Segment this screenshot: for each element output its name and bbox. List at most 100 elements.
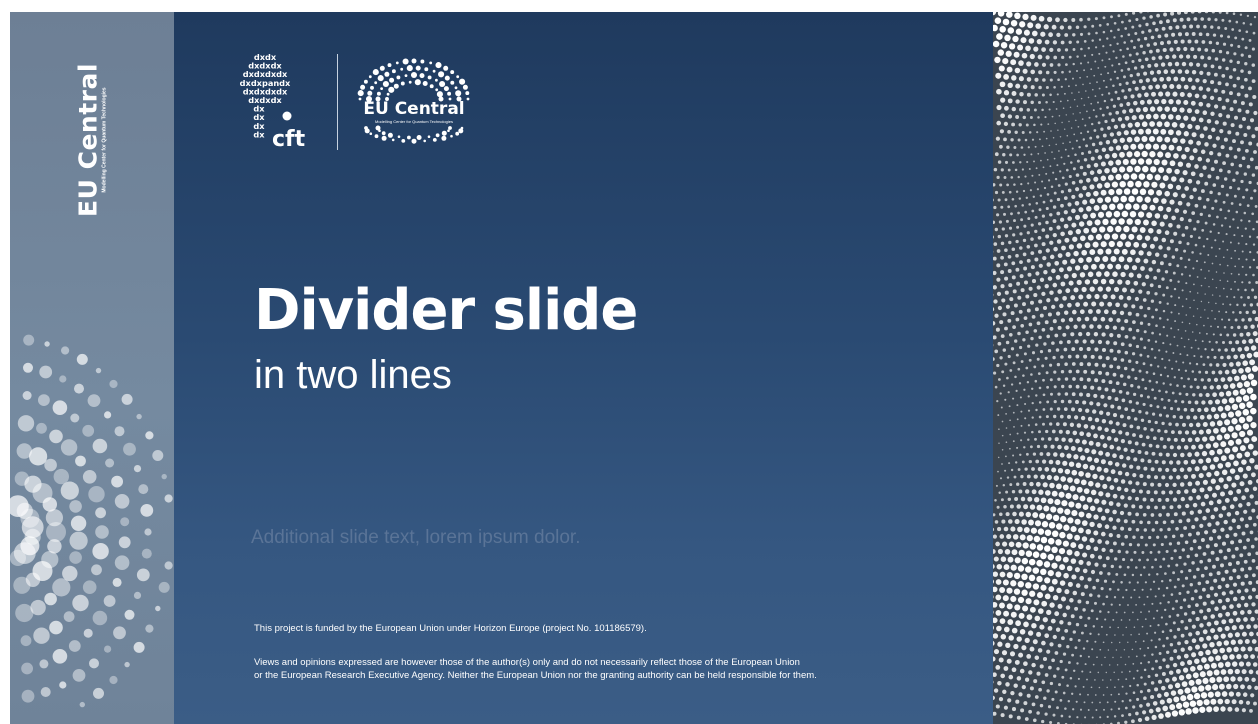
logo-dot (396, 75, 401, 80)
additional-slide-text: Additional slide text, lorem ipsum dolor… (251, 527, 581, 548)
logo-group: dxdx dxdxdx dxdxdxdx dxdxpandx dxdxdxdx dxdxd… (232, 50, 492, 155)
decorative-dot (103, 595, 116, 607)
decorative-dot (123, 442, 136, 456)
logo-dot (436, 91, 443, 98)
logo-dot (450, 80, 455, 85)
decorative-dot (114, 494, 130, 509)
decorative-dot (120, 517, 130, 527)
cft-text: cft (272, 127, 306, 152)
decorative-dot (23, 362, 33, 373)
decorative-dot (155, 605, 161, 612)
logo-dot (375, 125, 381, 131)
decorative-dot (75, 455, 86, 467)
decorative-dot (21, 662, 33, 675)
decorative-dot (22, 391, 32, 400)
decorative-dot (111, 475, 123, 488)
logo-dot (432, 69, 436, 73)
decorative-dot (145, 431, 154, 440)
dxdx-cft-logo: dxdxdxdxdxdxdxdxdxdxdxpandxdxdxdxdxdxdxd… (240, 52, 306, 152)
logo-dot (402, 58, 409, 65)
decorative-dot (46, 522, 66, 542)
logo-dot (360, 84, 366, 90)
eu-central-logo-title: EU Central (363, 99, 464, 119)
decorative-dot (59, 375, 67, 383)
decorative-dot (61, 346, 70, 355)
decorative-dot (161, 473, 167, 480)
logo-dot (368, 75, 372, 79)
logo-dot (427, 75, 432, 80)
decorative-dot (124, 661, 130, 668)
eu-central-logo: EU Central Modelling Center for Quantum … (357, 58, 470, 144)
decorative-dot (79, 701, 86, 708)
decorative-dot (52, 400, 68, 416)
decorative-dot (145, 624, 154, 633)
logo-dot (414, 79, 421, 86)
decorative-dot (133, 641, 145, 653)
decorative-dot (164, 561, 173, 570)
wave-dot-pattern-icon (993, 12, 1258, 724)
logo-dot (447, 91, 452, 96)
decorative-dot (29, 447, 48, 466)
divider-slide: EU Central Modelling Center for Quantum … (10, 12, 1258, 724)
decorative-dot (13, 576, 31, 594)
logo-dot (454, 86, 458, 90)
decorative-dot (49, 429, 63, 444)
decorative-dot (136, 568, 150, 582)
logo-dot (441, 130, 447, 136)
logo-dot (448, 97, 452, 101)
decorative-dot (62, 565, 78, 582)
decorative-dot (72, 594, 89, 612)
logo-dot (416, 135, 422, 140)
logo-dot (438, 96, 444, 102)
logo-dot (419, 73, 425, 79)
logo-dot (384, 71, 390, 77)
logo-dot (376, 91, 381, 96)
logo-dot (391, 138, 395, 142)
apple-dot-icon (282, 111, 292, 121)
logo-dot (408, 80, 412, 84)
logo-dot (420, 59, 425, 64)
decorative-dot (59, 681, 67, 689)
decorative-dot (68, 640, 81, 652)
logo-dot (393, 83, 399, 89)
decorative-dot (109, 675, 118, 685)
logo-dot (391, 69, 396, 74)
logo-dot (404, 74, 408, 77)
logo-dot (367, 90, 373, 96)
logo-dot (455, 131, 460, 136)
decorative-dot (52, 649, 68, 664)
decorative-dot (82, 424, 95, 437)
decorative-dot (44, 341, 50, 347)
decorative-dot (70, 515, 87, 531)
logo-dot (435, 62, 442, 69)
logo-dot (456, 75, 460, 79)
logo-dot (435, 133, 440, 138)
logo-dot (441, 135, 447, 141)
decorative-dot (70, 413, 80, 423)
decorative-dot (44, 458, 57, 472)
logo-dot (365, 95, 373, 103)
decorative-dot (49, 620, 63, 635)
decorative-dot (39, 659, 49, 669)
decorative-dot (105, 458, 115, 468)
decorative-dot (69, 551, 82, 564)
decorative-dot (36, 422, 47, 434)
logo-dot (381, 131, 386, 136)
logo-dot (369, 132, 373, 135)
logo-dot (364, 126, 368, 130)
eu-central-logo-subtitle: Modelling Center for Quantum Technologie… (375, 119, 453, 124)
decorative-dot (104, 411, 112, 419)
logo-dot (381, 135, 387, 141)
decorative-dot (114, 426, 125, 437)
logo-dot (450, 134, 453, 138)
logo-dot (372, 69, 379, 76)
logo-dot (443, 65, 449, 71)
logo-dot (374, 81, 378, 85)
decorative-dot (23, 334, 35, 346)
logo-dot (466, 97, 470, 101)
logo-dot (450, 70, 455, 75)
logo-dot (444, 75, 450, 81)
logo-dot (375, 96, 381, 102)
logo-dot (397, 135, 401, 138)
logo-dot (435, 88, 439, 92)
